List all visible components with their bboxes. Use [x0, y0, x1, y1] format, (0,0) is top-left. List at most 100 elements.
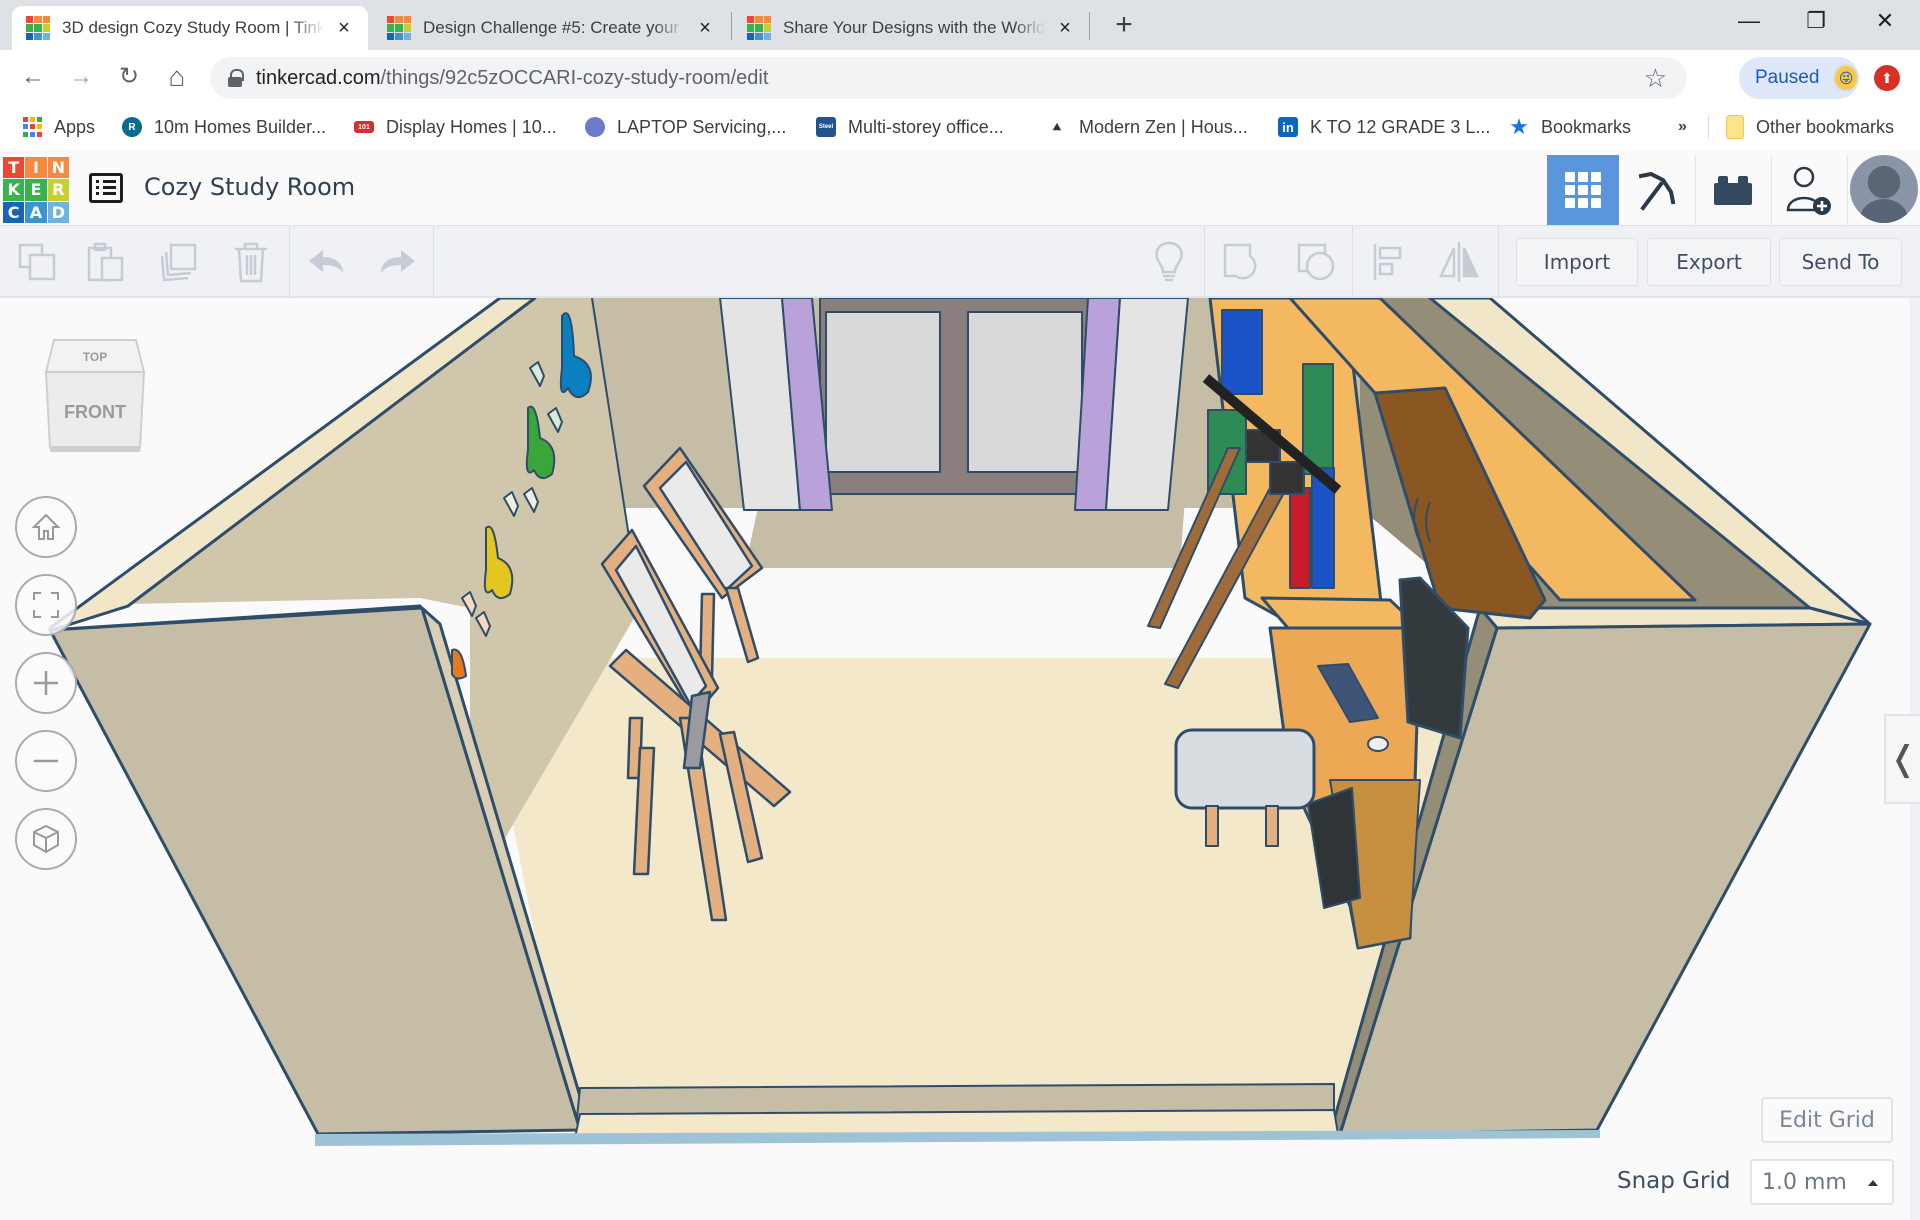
- browser-tab[interactable]: Design Challenge #5: Create your ×: [373, 6, 729, 50]
- star-icon: ★: [1509, 114, 1529, 139]
- home-button[interactable]: ⌂: [162, 62, 192, 92]
- url-host: tinkercad.com: [256, 66, 381, 89]
- user-avatar[interactable]: [1850, 155, 1918, 223]
- update-icon[interactable]: ⬆: [1874, 65, 1900, 91]
- tab-close-icon[interactable]: ×: [695, 17, 715, 40]
- view-cube-top-label[interactable]: TOP: [44, 350, 146, 364]
- books-red: [1289, 487, 1311, 589]
- lock-icon[interactable]: [228, 69, 244, 87]
- cube-perspective-icon: [33, 824, 59, 854]
- profile-paused-button[interactable]: Paused 😜: [1739, 57, 1859, 99]
- browser-tab[interactable]: Share Your Designs with the World ×: [733, 6, 1089, 50]
- design-title[interactable]: Cozy Study Room: [144, 173, 355, 201]
- restore-button[interactable]: ❐: [1791, 8, 1841, 38]
- zoom-in-button[interactable]: [15, 652, 77, 714]
- linkedin-icon: in: [1278, 117, 1298, 137]
- tab-close-icon[interactable]: ×: [1055, 17, 1075, 40]
- group-button[interactable]: [1219, 240, 1265, 284]
- export-button[interactable]: Export: [1647, 238, 1771, 286]
- zoom-out-button[interactable]: [15, 730, 77, 792]
- perspective-toggle-button[interactable]: [15, 808, 77, 870]
- undo-icon: [309, 250, 343, 273]
- align-button[interactable]: [1366, 240, 1412, 284]
- tinkercad-logo[interactable]: TINKERCAD: [3, 157, 69, 223]
- duplicate-button[interactable]: [155, 240, 201, 284]
- bookmark-label: Modern Zen | Hous...: [1079, 116, 1248, 137]
- bookmark-label: LAPTOP Servicing,...: [617, 116, 787, 137]
- ungroup-button[interactable]: [1293, 240, 1339, 284]
- tab-close-icon[interactable]: ×: [334, 17, 354, 40]
- bookmark-label: 10m Homes Builder...: [154, 116, 327, 137]
- bookmark-item[interactable]: R 10m Homes Builder...: [122, 113, 326, 141]
- plus-icon: [34, 671, 58, 695]
- site-icon: R: [122, 117, 142, 137]
- shapes-panel-toggle[interactable]: ❬: [1884, 714, 1920, 804]
- close-window-button[interactable]: ✕: [1860, 8, 1910, 38]
- 3d-scene[interactable]: [0, 298, 1920, 1220]
- brick-icon: [1714, 176, 1752, 205]
- back-button[interactable]: ←: [18, 62, 48, 92]
- delete-button[interactable]: [228, 240, 274, 284]
- design-list-icon[interactable]: [89, 173, 123, 203]
- bookmark-folder[interactable]: ★ Bookmarks: [1509, 113, 1631, 141]
- desk-top: [1260, 596, 1422, 630]
- toolbar-separator: [1498, 226, 1499, 298]
- bookmark-item[interactable]: ⛰ Modern Zen | Hous...: [1047, 113, 1248, 141]
- mouse: [1367, 736, 1389, 752]
- bookmark-label: K TO 12 GRADE 3 L...: [1310, 116, 1491, 137]
- tab-title: Design Challenge #5: Create your: [423, 18, 680, 37]
- mirror-button[interactable]: [1436, 240, 1482, 284]
- logo-tile: C: [3, 201, 25, 223]
- bookmark-star-icon[interactable]: ☆: [1644, 63, 1667, 94]
- view-cube[interactable]: TOP FRONT: [44, 338, 146, 454]
- browser-tab-active[interactable]: 3D design Cozy Study Room | Tinkercad ×: [12, 6, 368, 50]
- bookmark-item[interactable]: in K TO 12 GRADE 3 L...: [1278, 113, 1490, 141]
- toolbar-separator: [1352, 226, 1353, 298]
- new-tab-button[interactable]: +: [1107, 8, 1141, 42]
- view-cube-front-label[interactable]: FRONT: [44, 402, 146, 423]
- header-separator: [1847, 155, 1848, 225]
- minimize-button[interactable]: —: [1724, 8, 1774, 38]
- send-to-button[interactable]: Send To: [1779, 238, 1902, 286]
- redo-button[interactable]: [374, 240, 420, 284]
- site-icon: [585, 117, 605, 137]
- bookmark-item[interactable]: LAPTOP Servicing,...: [585, 113, 786, 141]
- header-separator: [1771, 155, 1772, 225]
- logo-tile: E: [25, 179, 47, 201]
- 3d-workplane-viewport[interactable]: TOP FRONT ❬ Edit Grid Snap Grid 1.0 mm: [0, 298, 1920, 1220]
- paste-button[interactable]: [83, 240, 129, 284]
- address-bar[interactable]: tinkercad.com/things/92c5zOCCARI-cozy-st…: [210, 57, 1687, 99]
- bookmark-item[interactable]: 101 Display Homes | 10...: [354, 113, 557, 141]
- undo-button[interactable]: [304, 240, 350, 284]
- other-bookmarks[interactable]: Other bookmarks: [1726, 113, 1894, 141]
- snap-grid-select[interactable]: 1.0 mm: [1750, 1159, 1894, 1205]
- stool-leg: [1205, 805, 1219, 847]
- bricks-mode-button[interactable]: [1697, 155, 1769, 225]
- bookmark-item[interactable]: Steel Multi-storey office...: [816, 113, 1004, 141]
- fit-view-button[interactable]: [15, 574, 77, 636]
- tinkercad-favicon: [26, 16, 50, 40]
- mirror-icon: [1439, 242, 1479, 282]
- home-view-button[interactable]: [15, 496, 77, 558]
- invite-user-button[interactable]: [1773, 155, 1845, 225]
- site-icon: ⛰: [1052, 121, 1062, 133]
- copy-button[interactable]: [14, 240, 60, 284]
- forward-button[interactable]: →: [66, 62, 96, 92]
- bookmark-apps[interactable]: Apps: [22, 113, 95, 141]
- profile-avatar-icon: 😜: [1833, 64, 1859, 92]
- blocks-mode-button[interactable]: [1621, 155, 1693, 225]
- logo-tile: T: [3, 157, 25, 179]
- url-path: /things/92c5zOCCARI-cozy-study-room/edit: [380, 66, 769, 89]
- bookmarks-overflow-button[interactable]: »: [1678, 113, 1687, 141]
- bookmark-separator: [1708, 115, 1709, 139]
- profile-status: Paused: [1755, 67, 1820, 88]
- reload-button[interactable]: ↻: [114, 62, 144, 92]
- logo-tile: K: [3, 179, 25, 201]
- browser-tab-strip: 3D design Cozy Study Room | Tinkercad × …: [0, 0, 1920, 50]
- notes-button[interactable]: [1146, 240, 1192, 284]
- edit-grid-button[interactable]: Edit Grid: [1761, 1097, 1893, 1143]
- import-button[interactable]: Import: [1516, 238, 1638, 286]
- logo-tile: R: [47, 179, 69, 201]
- 3d-design-mode-button[interactable]: [1547, 155, 1619, 225]
- minus-icon: [34, 759, 58, 763]
